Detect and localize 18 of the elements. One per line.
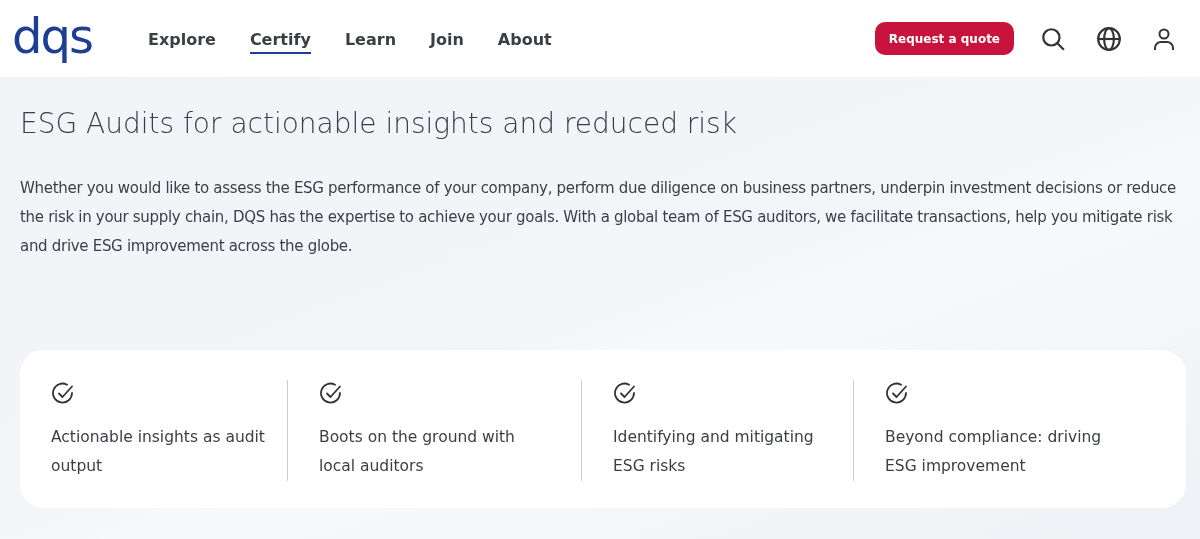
nav-link[interactable]: Learn	[344, 23, 396, 54]
request-quote-button[interactable]: Request a quote	[874, 22, 1014, 55]
intro-paragraph: Whether you would like to assess the ESG performance of your company, perform due diligence on business partners, underpin investment decisions or reduce the risk in your supply chain, DQS has the expertise to achieve your goals. With a global team of ESG auditors, we facilitate transactions, help you mitigate risk and drive ESG improvement across the globe.	[20, 178, 1177, 257]
nav-link[interactable]: Certify	[249, 23, 311, 54]
feature-text: Beyond compliance: driving ESG improvement	[885, 427, 1103, 477]
globe-icon[interactable]	[1096, 25, 1122, 52]
feature-text: Boots on the ground with local auditors	[319, 427, 516, 477]
feature-text: Actionable insights as audit output	[51, 427, 266, 477]
search-icon[interactable]	[1040, 25, 1066, 52]
nav-link[interactable]: Join	[430, 23, 464, 54]
nav-link[interactable]: Explore	[147, 23, 216, 54]
nav-link[interactable]: About	[497, 23, 552, 54]
check-circle-icon	[613, 382, 637, 406]
check-circle-icon	[319, 382, 343, 406]
check-circle-icon	[51, 382, 75, 406]
feature-text: Identifying and mitigating ESG risks	[613, 427, 815, 477]
check-circle-icon	[885, 382, 909, 406]
page-title: ESG Audits for actionable insights and reduced risk	[20, 107, 738, 140]
